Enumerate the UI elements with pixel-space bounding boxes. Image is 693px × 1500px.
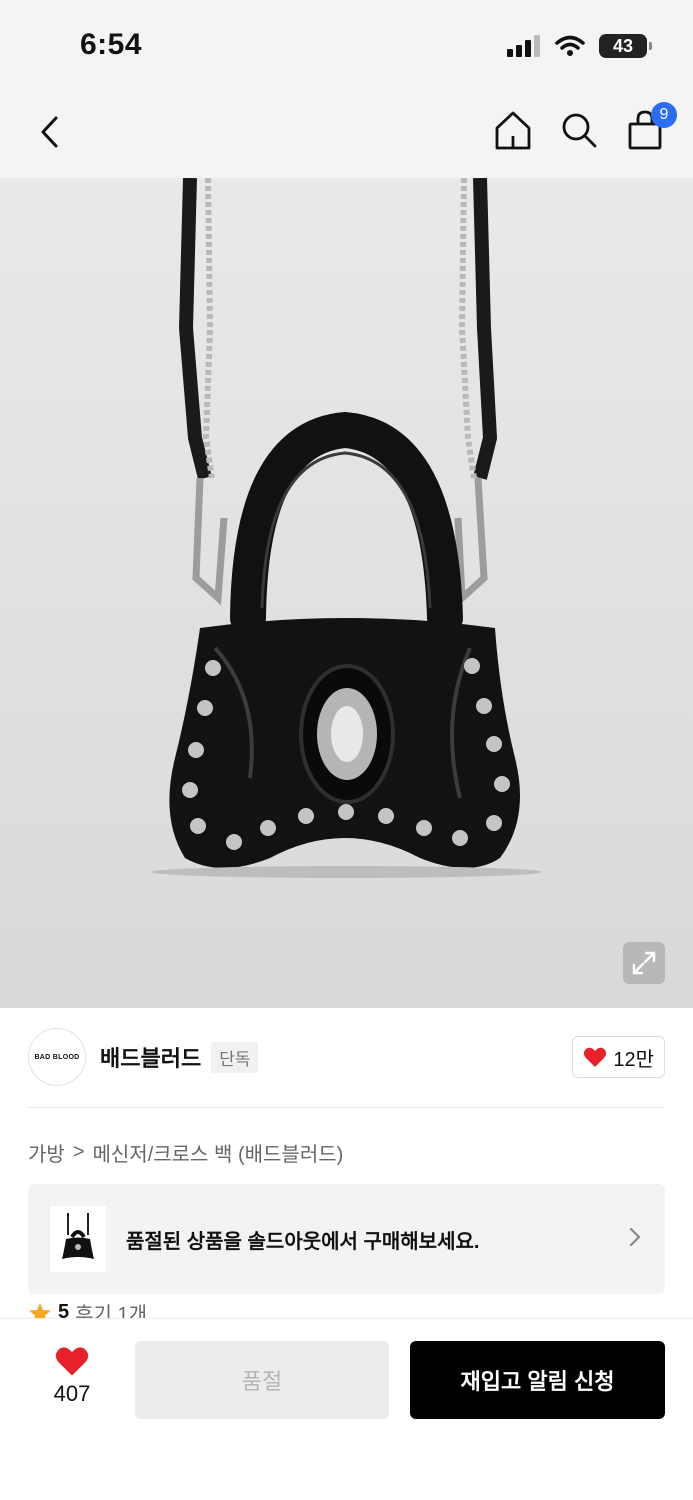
divider — [28, 1107, 665, 1108]
status-bar: 6:54 43 — [0, 0, 693, 88]
zoom-button[interactable] — [623, 942, 665, 984]
back-button[interactable] — [32, 110, 72, 154]
heart-icon — [584, 1047, 607, 1067]
signal-icon — [507, 35, 540, 57]
search-icon — [562, 113, 597, 148]
bag-thumbnail-icon — [62, 1213, 94, 1259]
nav-bar: 9 — [0, 88, 693, 178]
battery-icon: 43 — [599, 34, 652, 58]
search-button[interactable] — [559, 108, 599, 152]
home-button[interactable] — [493, 108, 533, 152]
soldout-banner[interactable]: 품절된 상품을 솔드아웃에서 구매해보세요. — [28, 1184, 665, 1294]
brand-like-count: 12만 — [613, 1048, 654, 1071]
status-time: 6:54 — [80, 28, 143, 61]
brand-row: BAD BLOOD 배드블러드 단독 12만 — [28, 1028, 665, 1086]
soldout-button[interactable]: 품절 — [135, 1341, 389, 1419]
banner-thumbnail — [50, 1206, 106, 1272]
wish-count: 407 — [53, 1381, 91, 1406]
chevron-right-icon — [627, 1225, 643, 1254]
exclusive-badge: 단독 — [211, 1041, 259, 1073]
brand-logo-text: BAD BLOOD — [34, 1053, 80, 1061]
breadcrumb-separator: > — [72, 1141, 85, 1163]
crossbody-bag-image — [152, 178, 542, 878]
heart-filled-icon — [55, 1347, 89, 1376]
brand-logo[interactable]: BAD BLOOD — [28, 1028, 86, 1086]
banner-text: 품절된 상품을 솔드아웃에서 구매해보세요. — [126, 1230, 480, 1253]
chevron-left-icon — [41, 116, 58, 148]
brand-like-button[interactable]: 12만 — [572, 1036, 665, 1078]
cart-count-badge: 9 — [651, 102, 677, 128]
restock-alert-button[interactable]: 재입고 알림 신청 — [410, 1341, 665, 1419]
status-indicators: 43 — [507, 34, 652, 58]
breadcrumb-subcategory[interactable]: 메신저/크로스 백 (배드블러드) — [93, 1138, 344, 1167]
nav-actions: 9 — [493, 102, 677, 152]
wish-button[interactable]: 407 — [42, 1345, 102, 1407]
wifi-icon — [555, 35, 585, 56]
battery-level: 43 — [612, 35, 634, 56]
brand-name[interactable]: 배드블러드 — [100, 1041, 201, 1073]
bottom-action-bar: 407 품절 재입고 알림 신청 — [0, 1318, 693, 1500]
product-image[interactable] — [0, 178, 693, 1008]
expand-icon — [632, 951, 656, 975]
cart-button[interactable]: 9 — [625, 102, 677, 152]
breadcrumb: 가방 > 메신저/크로스 백 (배드블러드) — [28, 1138, 343, 1167]
home-icon — [495, 111, 531, 150]
breadcrumb-category[interactable]: 가방 — [28, 1138, 65, 1167]
